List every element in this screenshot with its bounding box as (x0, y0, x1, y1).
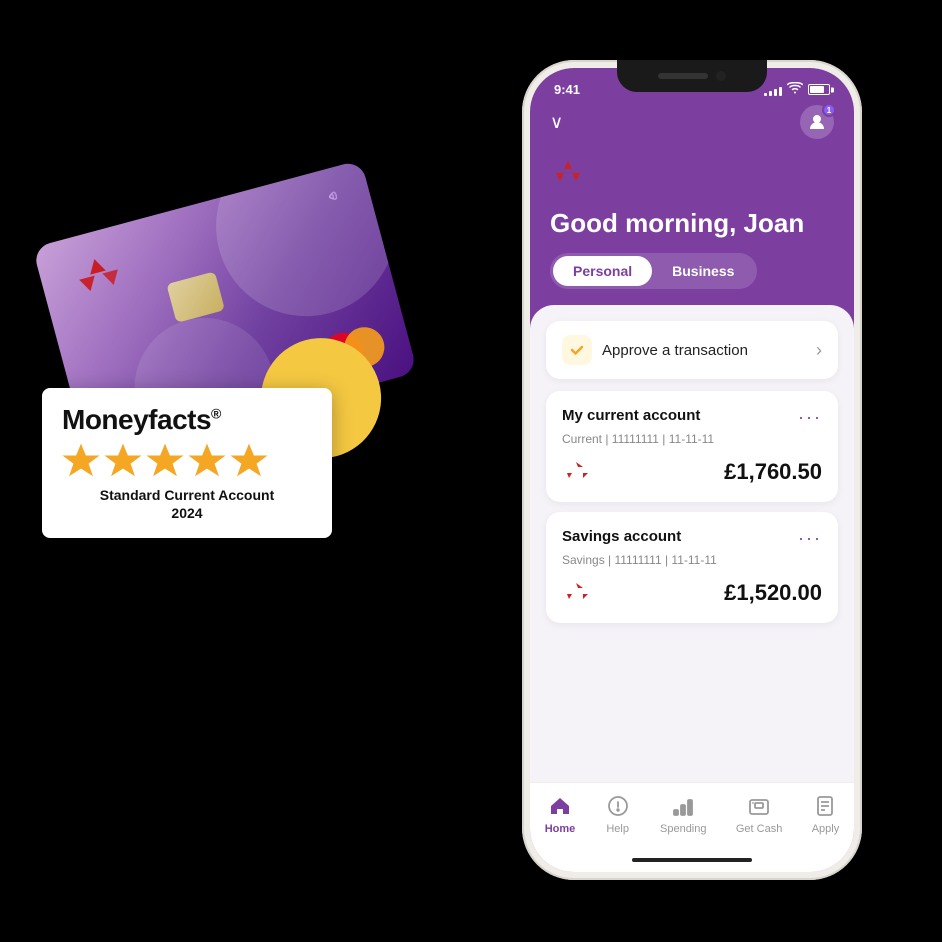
savings-account-card[interactable]: Savings account ··· Savings | 11111111 |… (546, 512, 838, 623)
status-right (764, 82, 830, 97)
moneyfacts-title: Moneyfacts® (62, 406, 312, 434)
moneyfacts-award: Moneyfacts® Standar (42, 388, 332, 538)
nav-help-label: Help (606, 823, 629, 835)
profile-button[interactable]: 1 (800, 105, 834, 139)
current-account-balance: £1,760.50 (724, 459, 822, 485)
signal-bar-3 (774, 89, 777, 96)
nav-home[interactable]: Home (545, 793, 576, 835)
signal-bar-2 (769, 91, 772, 96)
chevron-right-icon: › (816, 340, 822, 361)
transaction-text: Approve a transaction (602, 342, 748, 359)
help-icon (605, 793, 631, 819)
moneyfacts-brand: Moneyfacts (62, 404, 211, 435)
savings-account-header: Savings account ··· (562, 528, 822, 549)
phone: 9:41 (522, 60, 862, 880)
greeting-text: Good morning, Joan (530, 204, 854, 253)
battery-fill (810, 86, 824, 93)
camera (716, 71, 726, 81)
app-header: ∨ 1 (530, 101, 854, 151)
battery-icon (808, 84, 830, 95)
natwest-card-logo (66, 245, 131, 303)
phone-notch (617, 60, 767, 92)
speaker-grille (658, 73, 708, 79)
star-2 (104, 442, 142, 480)
signal-bar-4 (779, 87, 782, 96)
nav-home-label: Home (545, 823, 576, 835)
nav-spending-label: Spending (660, 823, 707, 835)
spending-icon (670, 793, 696, 819)
home-icon (547, 793, 573, 819)
get-cash-icon (746, 793, 772, 819)
apply-icon (812, 793, 838, 819)
tab-business[interactable]: Business (652, 256, 754, 286)
wifi-icon (787, 82, 803, 97)
savings-account-menu[interactable]: ··· (798, 528, 822, 549)
current-account-meta: Current | 11111111 | 11-11-11 (562, 432, 822, 446)
current-account-header: My current account ··· (562, 407, 822, 428)
star-5 (230, 442, 268, 480)
current-account-card[interactable]: My current account ··· Current | 1111111… (546, 391, 838, 502)
natwest-logo (530, 151, 854, 204)
status-time: 9:41 (554, 82, 580, 97)
moneyfacts-subtitle: Standard Current Account 2024 (62, 486, 312, 522)
account-type-tabs[interactable]: Personal Business (550, 253, 757, 289)
star-1 (62, 442, 100, 480)
nav-apply[interactable]: Apply (812, 793, 840, 835)
star-4 (188, 442, 226, 480)
current-account-name: My current account (562, 407, 700, 424)
nav-get-cash-label: Get Cash (736, 823, 782, 835)
tab-personal[interactable]: Personal (553, 256, 652, 286)
transaction-icon (562, 335, 592, 365)
transaction-info: Approve a transaction (562, 335, 748, 365)
phone-screen: 9:41 (530, 68, 854, 872)
signal-bar-1 (764, 93, 767, 96)
nav-help[interactable]: Help (605, 793, 631, 835)
signal-icon (764, 84, 782, 96)
current-account-footer: £1,760.50 (562, 458, 822, 486)
home-indicator (632, 858, 752, 862)
card-chip (166, 271, 225, 323)
moneyfacts-subtitle-line2: 2024 (171, 505, 202, 521)
savings-account-meta: Savings | 11111111 | 11-11-11 (562, 553, 822, 567)
savings-account-balance: £1,520.00 (724, 580, 822, 606)
nav-spending[interactable]: Spending (660, 793, 707, 835)
savings-account-footer: £1,520.00 (562, 579, 822, 607)
moneyfacts-reg: ® (211, 406, 221, 422)
current-account-menu[interactable]: ··· (798, 407, 822, 428)
stars-row (62, 442, 312, 480)
savings-account-name: Savings account (562, 528, 681, 545)
chevron-down-icon[interactable]: ∨ (550, 112, 563, 133)
bottom-navigation: Home Help (530, 782, 854, 872)
star-3 (146, 442, 184, 480)
notification-badge: 1 (822, 103, 836, 117)
transaction-banner[interactable]: Approve a transaction › (546, 321, 838, 379)
nav-get-cash[interactable]: Get Cash (736, 793, 782, 835)
moneyfacts-subtitle-line1: Standard Current Account (100, 487, 275, 503)
nav-apply-label: Apply (812, 823, 840, 835)
